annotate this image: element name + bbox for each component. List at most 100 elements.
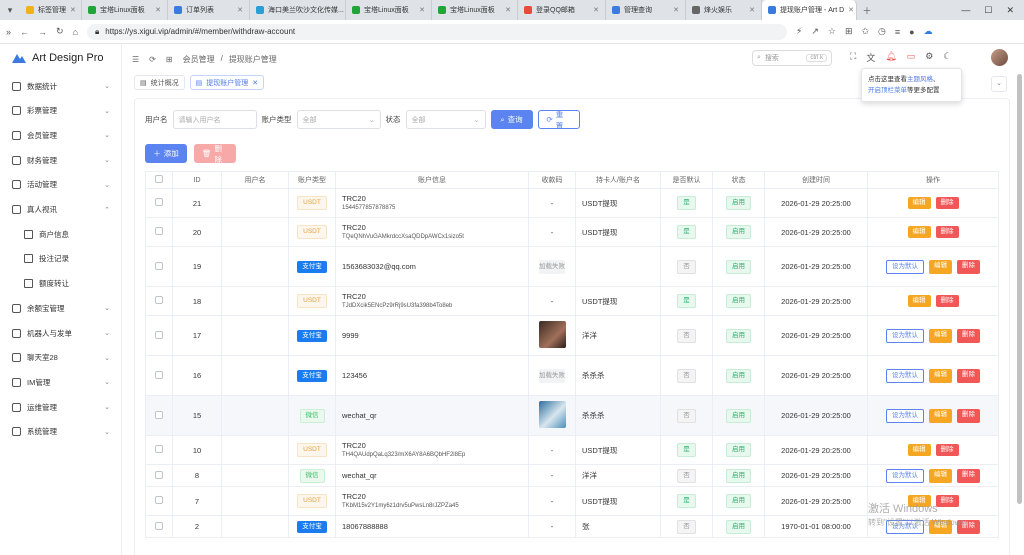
select-all-checkbox[interactable] bbox=[155, 175, 163, 183]
sidebar-item[interactable]: 聊天室28 ⌄ bbox=[0, 348, 122, 368]
sidebar-item[interactable]: 投注记录 bbox=[0, 249, 122, 269]
close-tab-icon[interactable]: ✕ bbox=[501, 6, 511, 14]
expand-icon[interactable]: » bbox=[6, 27, 11, 37]
top-menu-link[interactable]: 开启顶栏菜单 bbox=[868, 87, 907, 94]
tab-withdraw-accounts[interactable]: ▤ 提现账户管理 ✕ bbox=[189, 75, 265, 90]
row-checkbox[interactable] bbox=[155, 261, 163, 270]
row-checkbox[interactable] bbox=[155, 496, 163, 504]
close-tab-icon[interactable]: ✕ bbox=[844, 6, 854, 14]
browser-tab[interactable]: 登录QQ邮箱 ✕ bbox=[518, 0, 606, 20]
edit-button[interactable]: 编辑 bbox=[929, 468, 952, 483]
delete-button[interactable]: 删除 bbox=[957, 259, 980, 274]
close-tab-icon[interactable]: ✕ bbox=[669, 6, 679, 14]
reload-icon[interactable]: ↻ bbox=[56, 26, 64, 37]
browser-tab[interactable]: 提现账户管理 - Art D ✕ bbox=[762, 0, 857, 20]
row-checkbox[interactable] bbox=[155, 370, 163, 379]
history-icon[interactable]: ◷ bbox=[878, 26, 886, 37]
maximize-icon[interactable]: ☐ bbox=[984, 5, 992, 16]
fullscreen-icon[interactable]: ⛶ bbox=[850, 51, 856, 64]
add-button[interactable]: ＋ 添加 bbox=[145, 144, 187, 163]
url-field[interactable]: 🔒︎ https://ys.xigui.vip/admin/#/member/w… bbox=[87, 23, 787, 40]
delete-button[interactable]: 删除 bbox=[935, 197, 959, 209]
sidebar-item[interactable]: 真人视讯 ⌃ bbox=[0, 200, 122, 220]
browser-tab[interactable]: 订单列表 ✕ bbox=[168, 0, 250, 20]
sidebar-item[interactable]: 会员管理 ⌄ bbox=[0, 125, 122, 145]
qr-code-image[interactable] bbox=[538, 321, 566, 348]
edit-button[interactable]: 编辑 bbox=[907, 197, 931, 209]
reset-button[interactable]: ⟳ 重置 bbox=[537, 110, 580, 130]
cloud-icon[interactable]: ☁ bbox=[924, 26, 933, 37]
row-checkbox[interactable] bbox=[155, 445, 163, 453]
favorites-icon[interactable]: ✩ bbox=[862, 26, 870, 37]
search-input[interactable]: ⌕ 搜索 ctrl k bbox=[752, 50, 832, 66]
sidebar-item[interactable]: 系统管理 ⌄ bbox=[0, 422, 122, 442]
row-select-cell[interactable] bbox=[145, 286, 173, 316]
browser-tab[interactable]: 宝塔Linux面板 ✕ bbox=[346, 0, 432, 20]
minimize-icon[interactable]: — bbox=[961, 5, 970, 16]
browser-tab[interactable]: 宝塔Linux面板 ✕ bbox=[432, 0, 518, 20]
share-icon[interactable]: ↗ bbox=[811, 26, 819, 37]
sidebar-item[interactable]: 机器人与发单 ⌄ bbox=[0, 323, 122, 343]
row-checkbox[interactable] bbox=[155, 227, 163, 235]
refresh-icon[interactable]: ⟳ bbox=[149, 55, 156, 64]
dark-mode-icon[interactable]: ☾ bbox=[943, 51, 951, 64]
set-default-button[interactable]: 设为默认 bbox=[886, 259, 924, 274]
set-default-button[interactable]: 设为默认 bbox=[886, 468, 924, 483]
new-tab-icon[interactable]: ＋ bbox=[857, 4, 877, 17]
delete-button[interactable]: 删除 bbox=[935, 444, 959, 456]
account-type-select[interactable]: 全部 ⌄ bbox=[296, 110, 381, 129]
tab-statistics[interactable]: ▤ 统计概况 bbox=[134, 75, 185, 90]
theme-style-link[interactable]: 主题风格 bbox=[907, 76, 933, 83]
grid-icon[interactable]: ⊞ bbox=[166, 55, 173, 64]
edit-button[interactable]: 编辑 bbox=[929, 259, 952, 274]
extensions-icon[interactable]: ⊞ bbox=[845, 26, 853, 37]
row-select-cell[interactable] bbox=[145, 486, 173, 516]
row-select-cell[interactable] bbox=[145, 515, 173, 538]
row-checkbox[interactable] bbox=[155, 330, 163, 339]
sidebar-item[interactable]: 运维管理 ⌄ bbox=[0, 397, 122, 417]
close-tab-icon[interactable]: ✕ bbox=[415, 6, 425, 14]
edit-button[interactable]: 编辑 bbox=[929, 368, 952, 383]
row-checkbox[interactable] bbox=[155, 521, 163, 530]
chat-icon[interactable]: ▭ bbox=[907, 51, 916, 64]
delete-button[interactable]: 删除 bbox=[957, 368, 980, 383]
sidebar-item[interactable]: 彩票管理 ⌄ bbox=[0, 101, 122, 121]
set-default-button[interactable]: 设为默认 bbox=[886, 328, 924, 343]
breadcrumb-parent[interactable]: 会员管理 bbox=[183, 54, 215, 65]
query-button[interactable]: ⌕ 查询 bbox=[490, 110, 533, 129]
set-default-button[interactable]: 设为默认 bbox=[886, 368, 924, 383]
edit-button[interactable]: 编辑 bbox=[907, 444, 931, 456]
close-tab-icon[interactable]: ✕ bbox=[745, 6, 755, 14]
edit-button[interactable]: 编辑 bbox=[929, 328, 952, 343]
row-select-cell[interactable] bbox=[145, 188, 173, 218]
menu-toggle-icon[interactable]: ☰ bbox=[132, 55, 139, 64]
sidebar-item[interactable]: 商户信息 bbox=[0, 224, 122, 244]
row-select-cell[interactable] bbox=[145, 355, 173, 396]
close-window-icon[interactable]: ✕ bbox=[1006, 5, 1014, 16]
browser-tab[interactable]: 宝塔Linux面板 ✕ bbox=[82, 0, 168, 20]
bolt-icon[interactable]: ⚡︎ bbox=[796, 26, 802, 37]
row-checkbox[interactable] bbox=[155, 470, 163, 479]
tab-actions-icon[interactable]: ▾ bbox=[0, 5, 20, 16]
row-select-cell[interactable] bbox=[145, 315, 173, 356]
username-input[interactable]: 请输入用户名 bbox=[172, 110, 257, 129]
delete-button[interactable]: 删除 bbox=[935, 226, 959, 238]
browser-tab[interactable]: 海口美兰吹沙文化传媒...✕ bbox=[250, 0, 346, 20]
translate-icon[interactable]: 文 bbox=[866, 51, 875, 64]
row-select-cell[interactable] bbox=[145, 464, 173, 487]
page-scrollbar[interactable] bbox=[1017, 74, 1022, 504]
row-select-cell[interactable] bbox=[145, 217, 173, 247]
delete-button[interactable]: 删除 bbox=[935, 295, 959, 307]
bell-icon[interactable]: 🔔︎ bbox=[885, 51, 896, 64]
column-header[interactable] bbox=[145, 171, 173, 189]
delete-button[interactable]: 删除 bbox=[957, 468, 980, 483]
close-tab-icon[interactable]: ✕ bbox=[151, 6, 161, 14]
delete-button[interactable]: 删除 bbox=[957, 328, 980, 343]
browser-tab[interactable]: 标签管理 ✕ bbox=[20, 0, 82, 20]
edit-button[interactable]: 编辑 bbox=[907, 226, 931, 238]
settings-icon[interactable]: ⚙ bbox=[925, 51, 933, 64]
close-tab-icon[interactable]: ✕ bbox=[233, 6, 243, 14]
sidebar-item[interactable]: 余额宝管理 ⌄ bbox=[0, 298, 122, 318]
status-select[interactable]: 全部 ⌄ bbox=[405, 110, 486, 129]
sidebar-item[interactable]: IM管理 ⌄ bbox=[0, 372, 122, 392]
